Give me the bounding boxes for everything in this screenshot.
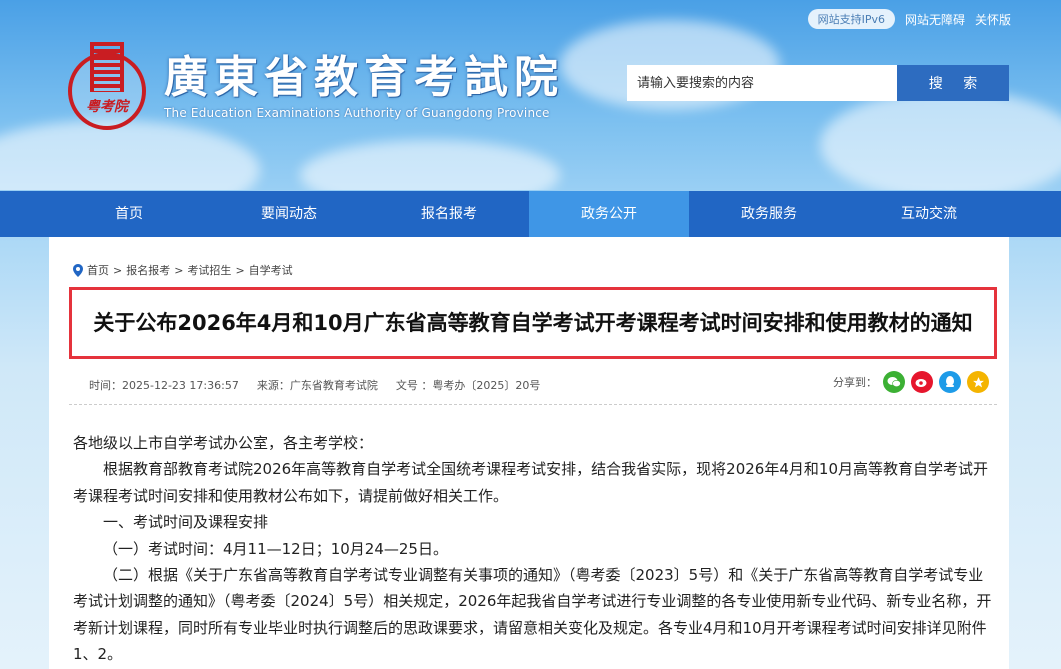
paragraph: （一）考试时间：4月11—12日；10月24—25日。 bbox=[103, 539, 448, 558]
background-cloud bbox=[820, 90, 1061, 190]
main-nav: 首页 要闻动态 报名报考 政务公开 政务服务 互动交流 bbox=[0, 191, 1061, 237]
paragraph: 根据教育部教育考试院2026年高等教育自学考试全国统考课程考试安排，结合我省实际… bbox=[73, 460, 988, 505]
share-bar: 分享到： bbox=[833, 371, 989, 393]
salutation: 各地级以上市自学考试办公室，各主考学校： bbox=[73, 434, 374, 452]
breadcrumb-separator: > bbox=[174, 263, 184, 277]
site-logo[interactable]: 粤考院 廣東省教育考試院 The Education Examinations … bbox=[66, 42, 564, 130]
site-name-cn: 廣東省教育考試院 bbox=[164, 52, 564, 103]
ipv6-badge: 网站支持IPv6 bbox=[807, 9, 895, 29]
breadcrumb-self-study-exam[interactable]: 自学考试 bbox=[249, 262, 293, 278]
article-container: 首页 > 报名报考 > 考试招生 > 自学考试 关于公布2026年4月和10月广… bbox=[49, 237, 1009, 669]
seal-text: 粤考院 bbox=[86, 99, 128, 115]
breadcrumb-registration[interactable]: 报名报考 bbox=[126, 262, 170, 278]
background-cloud bbox=[300, 140, 560, 190]
paragraph: （二）根据《关于广东省高等教育自学考试专业调整有关事项的通知》（粤考委〔2023… bbox=[73, 566, 992, 664]
location-pin-icon bbox=[73, 263, 83, 277]
article-title: 关于公布2026年4月和10月广东省高等教育自学考试开考课程考试时间安排和使用教… bbox=[93, 310, 973, 335]
search-button[interactable]: 搜 索 bbox=[897, 65, 1009, 101]
article-source: 来源：广东省教育考试院 bbox=[256, 379, 378, 392]
nav-item-interaction[interactable]: 互动交流 bbox=[849, 191, 1009, 237]
background-cloud bbox=[0, 120, 260, 190]
search-input[interactable] bbox=[627, 65, 897, 101]
weibo-icon[interactable] bbox=[911, 371, 933, 393]
site-header: 网站支持IPv6 网站无障碍 关怀版 粤考院 廣東省教育考試院 The Educ… bbox=[0, 0, 1061, 190]
article-body: 各地级以上市自学考试办公室，各主考学校： 根据教育部教育考试院2026年高等教育… bbox=[73, 430, 997, 668]
nav-item-government-services[interactable]: 政务服务 bbox=[689, 191, 849, 237]
breadcrumb-separator: > bbox=[235, 263, 245, 277]
nav-item-news[interactable]: 要闻动态 bbox=[209, 191, 369, 237]
qzone-icon[interactable] bbox=[967, 371, 989, 393]
search-bar: 搜 索 bbox=[627, 65, 1009, 101]
section-heading: 一、考试时间及课程安排 bbox=[103, 513, 269, 532]
wechat-icon[interactable] bbox=[883, 371, 905, 393]
site-name-en: The Education Examinations Authority of … bbox=[164, 106, 550, 120]
share-label: 分享到： bbox=[833, 376, 877, 389]
article-title-box: 关于公布2026年4月和10月广东省高等教育自学考试开考课程考试时间安排和使用教… bbox=[69, 287, 997, 359]
nav-item-registration[interactable]: 报名报考 bbox=[369, 191, 529, 237]
seal-logo-icon: 粤考院 bbox=[66, 42, 148, 130]
top-links: 网站支持IPv6 网站无障碍 关怀版 bbox=[807, 9, 1011, 29]
breadcrumb: 首页 > 报名报考 > 考试招生 > 自学考试 bbox=[73, 262, 293, 278]
breadcrumb-separator: > bbox=[113, 263, 123, 277]
article-meta: 时间：2025-12-23 17:36:57 来源：广东省教育考试院 文号 ：粤… bbox=[89, 377, 540, 393]
nav-item-government-affairs[interactable]: 政务公开 bbox=[529, 191, 689, 237]
publish-time: 时间：2025-12-23 17:36:57 bbox=[89, 379, 239, 392]
breadcrumb-home[interactable]: 首页 bbox=[87, 262, 109, 278]
accessibility-link[interactable]: 网站无障碍 bbox=[905, 11, 965, 28]
breadcrumb-admissions[interactable]: 考试招生 bbox=[187, 262, 231, 278]
nav-item-home[interactable]: 首页 bbox=[49, 191, 209, 237]
document-number: 文号 ：粤考办〔2025〕20号 bbox=[395, 379, 541, 392]
divider bbox=[69, 404, 997, 405]
qq-icon[interactable] bbox=[939, 371, 961, 393]
care-mode-link[interactable]: 关怀版 bbox=[975, 11, 1011, 28]
